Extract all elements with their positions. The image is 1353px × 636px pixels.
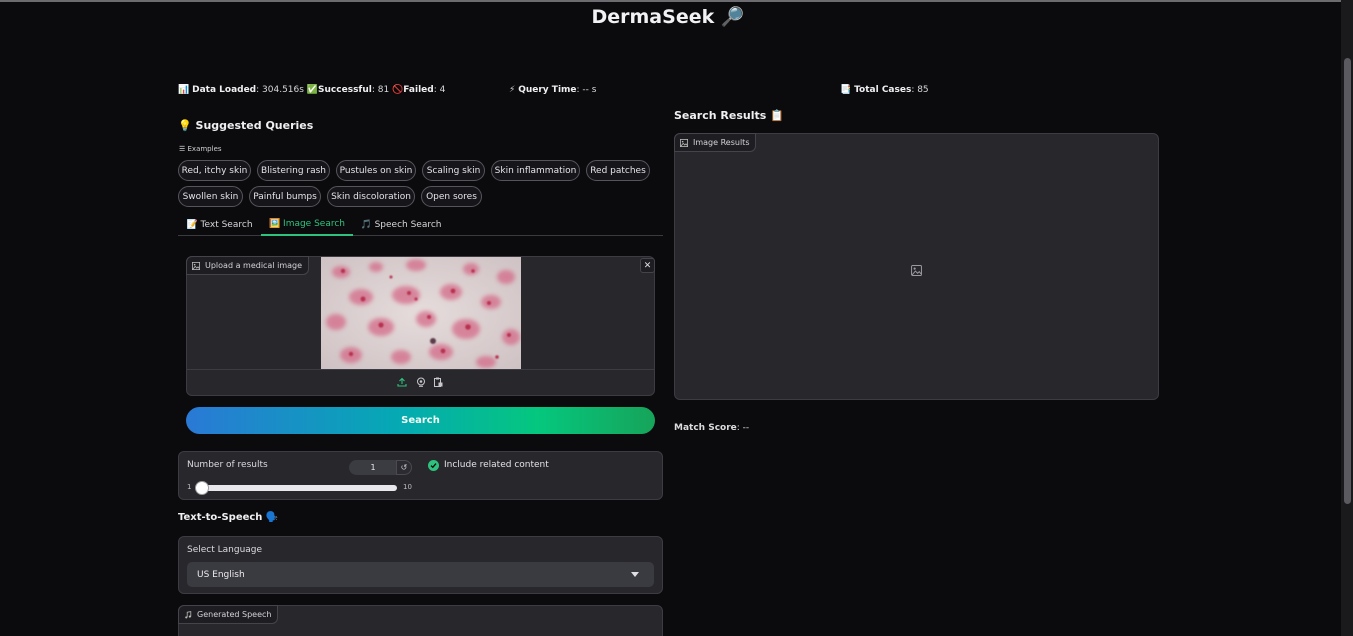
- checkmark-icon: [430, 463, 437, 469]
- chart-icon: 📊: [178, 85, 190, 95]
- upload-icon[interactable]: [396, 376, 408, 388]
- example-chip[interactable]: Skin inflammation: [491, 160, 580, 181]
- results-slider-track[interactable]: [200, 485, 397, 491]
- stats-data-loaded: 📊 Data Loaded: 304.516s ✅Successful: 81 …: [178, 85, 445, 95]
- image-results-label: Image Results: [693, 138, 750, 147]
- uploaded-skin-image: [321, 257, 521, 369]
- data-loaded-value: : 304.516s: [256, 85, 304, 95]
- failed-label: Failed: [403, 85, 434, 95]
- stats-query-time: ⚡ Query Time: -- s: [509, 85, 596, 95]
- example-chip[interactable]: Blistering rash: [257, 160, 330, 181]
- example-chip[interactable]: Painful bumps: [249, 186, 321, 207]
- tts-heading: Text-to-Speech 🗣️: [178, 512, 279, 523]
- example-chip[interactable]: Skin discoloration: [327, 186, 415, 207]
- match-score-value: : --: [736, 423, 750, 433]
- slider-max-label: 10: [403, 483, 412, 491]
- search-mode-tabs: 📝 Text Search 🖼️ Image Search 🎵 Speech S…: [178, 214, 663, 236]
- check-icon: ✅: [306, 85, 319, 95]
- example-chip[interactable]: Red patches: [586, 160, 650, 181]
- music-note-icon: [185, 610, 192, 618]
- successful-value: : 81: [371, 85, 390, 95]
- search-results-heading: Search Results 📋: [674, 109, 784, 122]
- page-scrollbar-thumb[interactable]: [1344, 58, 1351, 504]
- example-chip[interactable]: Open sores: [421, 186, 482, 207]
- upload-label-badge: Upload a medical image: [186, 256, 310, 275]
- total-cases-label: Total Cases: [854, 85, 912, 95]
- match-score: Match Score: --: [674, 423, 749, 433]
- image-icon: [680, 138, 688, 147]
- suggested-queries-heading: 💡 Suggested Queries: [178, 119, 314, 132]
- match-score-label: Match Score: [674, 423, 737, 433]
- examples-label: ☰ Examples: [179, 145, 222, 153]
- upload-divider: [187, 369, 654, 370]
- failed-value: : 4: [433, 85, 446, 95]
- close-icon[interactable]: ✕: [640, 258, 655, 273]
- successful-label: Successful: [318, 85, 372, 95]
- image-icon: [192, 261, 200, 270]
- search-button[interactable]: Search: [186, 407, 655, 434]
- document-icon: 📑: [840, 85, 852, 95]
- number-of-results-input[interactable]: 1: [349, 460, 397, 475]
- prohibited-icon: 🚫: [392, 85, 404, 95]
- data-loaded-label: Data Loaded: [192, 85, 257, 95]
- image-placeholder-icon: [911, 261, 922, 280]
- tab-text-search[interactable]: 📝 Text Search: [178, 214, 261, 236]
- clipboard-icon[interactable]: [432, 376, 444, 388]
- example-chip[interactable]: Red, itchy skin: [178, 160, 251, 181]
- chevron-down-icon: [631, 572, 639, 577]
- generated-speech-panel: Generated Speech: [178, 605, 663, 636]
- image-results-badge: Image Results: [674, 133, 757, 152]
- window-top-border: [0, 0, 1353, 2]
- query-time-value: : -- s: [576, 85, 597, 95]
- tab-image-search[interactable]: 🖼️ Image Search: [261, 214, 353, 236]
- reset-icon[interactable]: ↺: [396, 460, 412, 475]
- language-dropdown[interactable]: US English: [187, 562, 654, 587]
- webcam-icon[interactable]: [415, 376, 427, 388]
- example-chip[interactable]: Scaling skin: [422, 160, 485, 181]
- stats-total-cases: 📑 Total Cases: 85: [840, 85, 929, 95]
- slider-min-label: 1: [187, 483, 192, 491]
- language-value: US English: [197, 569, 245, 580]
- lightning-icon: ⚡: [509, 85, 516, 95]
- results-slider-thumb[interactable]: [195, 481, 209, 495]
- example-chip[interactable]: Pustules on skin: [336, 160, 416, 181]
- number-of-results-label: Number of results: [187, 460, 268, 470]
- include-related-label: Include related content: [444, 460, 549, 470]
- query-time-label: Query Time: [518, 85, 577, 95]
- select-language-label: Select Language: [187, 545, 263, 555]
- include-related-checkbox[interactable]: [428, 460, 439, 471]
- app-title: DermaSeek 🔎: [591, 6, 745, 28]
- generated-speech-badge: Generated Speech: [178, 605, 279, 624]
- tab-speech-search[interactable]: 🎵 Speech Search: [353, 214, 449, 236]
- generated-speech-label: Generated Speech: [197, 610, 272, 619]
- example-chip[interactable]: Swollen skin: [178, 186, 243, 207]
- results-options-panel: [178, 451, 663, 500]
- upload-label: Upload a medical image: [205, 261, 303, 270]
- total-cases-value: : 85: [911, 85, 929, 95]
